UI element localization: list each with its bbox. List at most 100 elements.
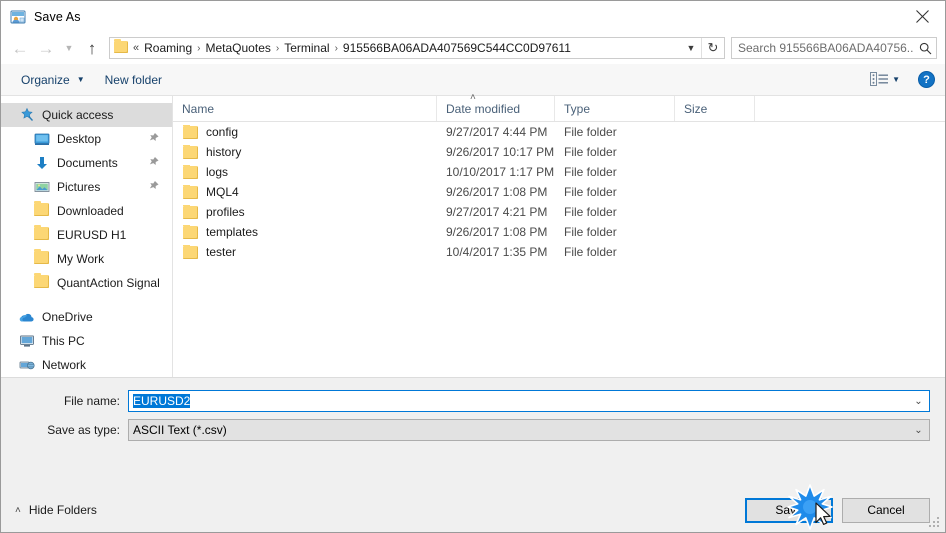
sidebar-item-onedrive[interactable]: OneDrive [1, 305, 172, 329]
breadcrumb-item-1[interactable]: MetaQuotes [203, 41, 274, 55]
sidebar-item-downloaded[interactable]: Downloaded [1, 199, 172, 223]
search-box[interactable]: Search 915566BA06ADA40756... [731, 37, 937, 59]
sidebar-item-quantaction-signal[interactable]: QuantAction Signal [1, 271, 172, 295]
file-type-cell: File folder [564, 165, 617, 179]
table-row[interactable]: templates 9/26/2017 1:08 PM File folder [173, 222, 945, 242]
file-type-cell: File folder [564, 185, 617, 199]
sidebar-item-label: Downloaded [57, 204, 124, 218]
pin-icon[interactable] [144, 178, 162, 196]
file-type-cell: File folder [564, 245, 617, 259]
column-header-name[interactable]: Name [173, 96, 437, 121]
chevron-down-icon[interactable]: ⌄ [908, 425, 929, 436]
breadcrumb-separator[interactable]: › [274, 43, 281, 54]
folder-icon [183, 145, 198, 159]
breadcrumb-separator[interactable]: › [333, 43, 340, 54]
file-date-cell: 9/27/2017 4:21 PM [446, 205, 548, 219]
resize-grip-icon[interactable] [929, 517, 941, 529]
sidebar-item-label: Desktop [57, 132, 102, 146]
filename-row: File name: EURUSD2 ⌄ [1, 390, 945, 412]
table-row[interactable]: logs 10/10/2017 1:17 PM File folder [173, 162, 945, 182]
filename-value: EURUSD2 [133, 394, 191, 408]
table-row[interactable]: MQL4 9/26/2017 1:08 PM File folder [173, 182, 945, 202]
folder-icon [183, 205, 198, 219]
breadcrumb-item-0[interactable]: Roaming [141, 41, 195, 55]
address-bar[interactable]: « Roaming › MetaQuotes › Terminal › 9155… [109, 37, 725, 59]
file-name-label: logs [206, 165, 229, 179]
close-icon[interactable] [899, 1, 945, 32]
sidebar-item-desktop[interactable]: Desktop [1, 127, 172, 151]
address-chevron-down-icon[interactable]: ▼ [681, 38, 701, 58]
folder-icon [34, 201, 50, 219]
file-name-label: history [206, 145, 242, 159]
filename-label: File name: [63, 394, 120, 408]
folder-icon [114, 39, 130, 55]
sidebar-item-eurusd-h1[interactable]: EURUSD H1 [1, 223, 172, 247]
save-button[interactable]: Save [745, 497, 833, 523]
file-name-label: config [206, 125, 239, 139]
chevron-down-icon[interactable]: ⌄ [908, 396, 929, 407]
column-header-label: Name [182, 101, 215, 116]
navigation-bar: ← → ▼ ↑ « Roaming › MetaQuotes › Termina… [1, 32, 945, 64]
hide-folders-button[interactable]: ˄ Hide Folders [15, 503, 97, 517]
filetype-combo[interactable]: ASCII Text (*.csv) ⌄ [128, 419, 930, 441]
file-date-cell: 9/26/2017 10:17 PM [446, 145, 555, 159]
view-layout-icon[interactable] [870, 71, 890, 88]
folder-icon [34, 225, 50, 243]
search-icon[interactable] [914, 42, 936, 55]
breadcrumb-item-2[interactable]: Terminal [281, 41, 332, 55]
desktop-icon [34, 131, 50, 147]
search-input[interactable]: Search 915566BA06ADA40756... [732, 41, 914, 55]
recent-locations-chevron-down-icon[interactable]: ▼ [59, 35, 79, 61]
back-arrow-icon[interactable]: ← [7, 35, 33, 61]
sidebar-item-label: My Work [57, 252, 105, 266]
sidebar-item-quick-access[interactable]: Quick access [1, 103, 172, 127]
file-name-label: templates [206, 225, 259, 239]
file-date-cell: 10/10/2017 1:17 PM [446, 165, 555, 179]
column-header-type[interactable]: Type [555, 96, 675, 121]
star-pin-icon [19, 107, 35, 123]
view-chevron-down-icon[interactable]: ▼ [892, 75, 900, 84]
file-type-cell: File folder [564, 205, 617, 219]
sidebar-item-this-pc[interactable]: This PC [1, 329, 172, 353]
save-as-dialog: Save As ← → ▼ ↑ « Roaming › MetaQuotes ›… [0, 0, 946, 533]
forward-arrow-icon[interactable]: → [33, 35, 59, 61]
file-name-cell: templates [173, 225, 437, 239]
sidebar-item-pictures[interactable]: Pictures [1, 175, 172, 199]
file-name-label: profiles [206, 205, 245, 219]
help-icon[interactable]: ? [918, 71, 935, 88]
table-row[interactable]: config 9/27/2017 4:44 PM File folder [173, 122, 945, 142]
file-name-cell: tester [173, 245, 437, 259]
title-bar: Save As [1, 1, 945, 32]
table-row[interactable]: history 9/26/2017 10:17 PM File folder [173, 142, 945, 162]
table-row[interactable]: tester 10/4/2017 1:35 PM File folder [173, 242, 945, 262]
file-name-cell: logs [173, 165, 437, 179]
sidebar-item-network[interactable]: Network [1, 353, 172, 377]
filetype-row: Save as type: ASCII Text (*.csv) ⌄ [1, 419, 945, 441]
column-headers: Name Date modified Type Size ˄ [173, 92, 945, 122]
folder-icon [183, 165, 198, 179]
organize-button[interactable]: Organize ▼ [15, 70, 91, 90]
sidebar-item-my-work[interactable]: My Work [1, 247, 172, 271]
folder-icon [183, 125, 198, 139]
column-header-date-modified[interactable]: Date modified [437, 96, 555, 121]
filename-combo[interactable]: EURUSD2 ⌄ [128, 390, 930, 412]
breadcrumb-item-3[interactable]: 915566BA06ADA407569C544CC0D97611 [340, 41, 574, 55]
new-folder-button[interactable]: New folder [99, 70, 168, 90]
breadcrumb-separator[interactable]: › [195, 43, 202, 54]
up-arrow-icon[interactable]: ↑ [79, 35, 105, 61]
cancel-button[interactable]: Cancel [842, 497, 930, 523]
footer-buttons: Save Cancel [736, 497, 930, 523]
refresh-icon[interactable]: ↻ [701, 38, 724, 58]
pin-icon[interactable] [144, 154, 162, 172]
column-header-size[interactable]: Size [675, 96, 755, 121]
file-type-cell: File folder [564, 225, 617, 239]
column-header-label: Size [684, 101, 708, 116]
file-rows: config 9/27/2017 4:44 PM File folder his… [173, 122, 945, 377]
table-row[interactable]: profiles 9/27/2017 4:21 PM File folder [173, 202, 945, 222]
sidebar-item-documents[interactable]: Documents [1, 151, 172, 175]
filename-input[interactable]: EURUSD2 [129, 394, 908, 408]
breadcrumb-overflow-indicator[interactable]: « [133, 42, 141, 54]
pin-icon[interactable] [144, 130, 162, 148]
folder-icon [34, 273, 50, 291]
chevron-up-icon: ˄ [15, 504, 21, 516]
